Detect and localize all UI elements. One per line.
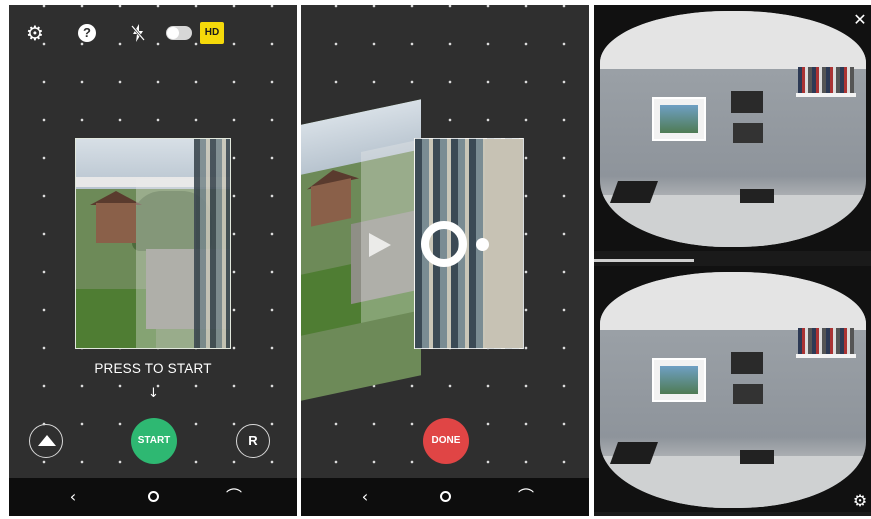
wall-picture bbox=[652, 97, 706, 141]
pan-house bbox=[311, 178, 351, 227]
android-nav-bar: ‹ ⌒ bbox=[301, 478, 589, 516]
press-to-start-hint: PRESS TO START bbox=[94, 361, 212, 376]
viewfinder-house bbox=[96, 203, 136, 243]
mode-toggle-icon[interactable] bbox=[166, 26, 192, 40]
hd-badge[interactable]: HD bbox=[200, 22, 224, 44]
bookshelf bbox=[798, 328, 854, 354]
fisheye-ceiling bbox=[600, 272, 866, 330]
close-icon[interactable]: ✕ bbox=[853, 12, 867, 28]
flash-off-icon[interactable] bbox=[126, 21, 150, 45]
fisheye-image bbox=[600, 11, 866, 247]
home-icon[interactable] bbox=[440, 491, 451, 502]
wall-frame bbox=[733, 384, 763, 404]
pan-wall bbox=[485, 139, 523, 348]
arrow-down-icon: ↓ bbox=[148, 386, 159, 401]
viewfinder-curtain bbox=[194, 139, 230, 348]
home-icon[interactable] bbox=[148, 491, 159, 502]
gear-icon[interactable]: ⚙ bbox=[851, 492, 869, 510]
target-ring-icon bbox=[421, 221, 467, 267]
r-button[interactable]: R bbox=[236, 424, 270, 458]
shelf bbox=[796, 93, 856, 97]
fisheye-image bbox=[600, 272, 866, 508]
android-nav-bar: ‹ ⌒ bbox=[9, 478, 297, 516]
desk bbox=[609, 181, 659, 203]
capture-toolbar: ⚙ ? HD bbox=[9, 19, 297, 47]
back-icon[interactable]: ‹ bbox=[63, 487, 83, 507]
recents-icon[interactable]: ⌒ bbox=[224, 487, 244, 507]
gear-icon[interactable]: ⚙ bbox=[23, 21, 47, 45]
viewfinder-sheer-curtain bbox=[136, 179, 196, 348]
target-dot-icon bbox=[476, 238, 489, 251]
wall-picture bbox=[652, 358, 706, 402]
preview-left-eye bbox=[594, 5, 871, 251]
start-button[interactable]: START bbox=[131, 418, 177, 464]
preview-right-eye bbox=[594, 266, 871, 512]
stereo-preview-screen: ✕ ⚙ bbox=[594, 5, 871, 516]
recents-icon[interactable]: ⌒ bbox=[516, 487, 536, 507]
back-icon[interactable]: ‹ bbox=[355, 487, 375, 507]
panning-screen: DONE ‹ ⌒ bbox=[301, 5, 589, 516]
wall-frame bbox=[731, 352, 763, 374]
gallery-button[interactable] bbox=[29, 424, 63, 458]
eye-divider bbox=[594, 259, 694, 262]
shelf bbox=[796, 354, 856, 358]
wall-frame bbox=[733, 123, 763, 143]
done-button[interactable]: DONE bbox=[423, 418, 469, 464]
capture-screen: ⚙ ? HD PRESS TO START ↓ START R ‹ ⌒ bbox=[9, 5, 297, 516]
desk bbox=[609, 442, 659, 464]
fisheye-ceiling bbox=[600, 11, 866, 69]
help-icon[interactable]: ? bbox=[78, 24, 96, 42]
stitched-panorama-strip bbox=[301, 99, 421, 401]
pan-sheer bbox=[361, 139, 421, 323]
direction-arrow-icon bbox=[369, 233, 391, 257]
chair bbox=[740, 189, 774, 203]
gallery-icon bbox=[38, 435, 56, 446]
wall-frame bbox=[731, 91, 763, 113]
chair bbox=[740, 450, 774, 464]
bookshelf bbox=[798, 67, 854, 93]
camera-viewfinder bbox=[75, 138, 231, 349]
